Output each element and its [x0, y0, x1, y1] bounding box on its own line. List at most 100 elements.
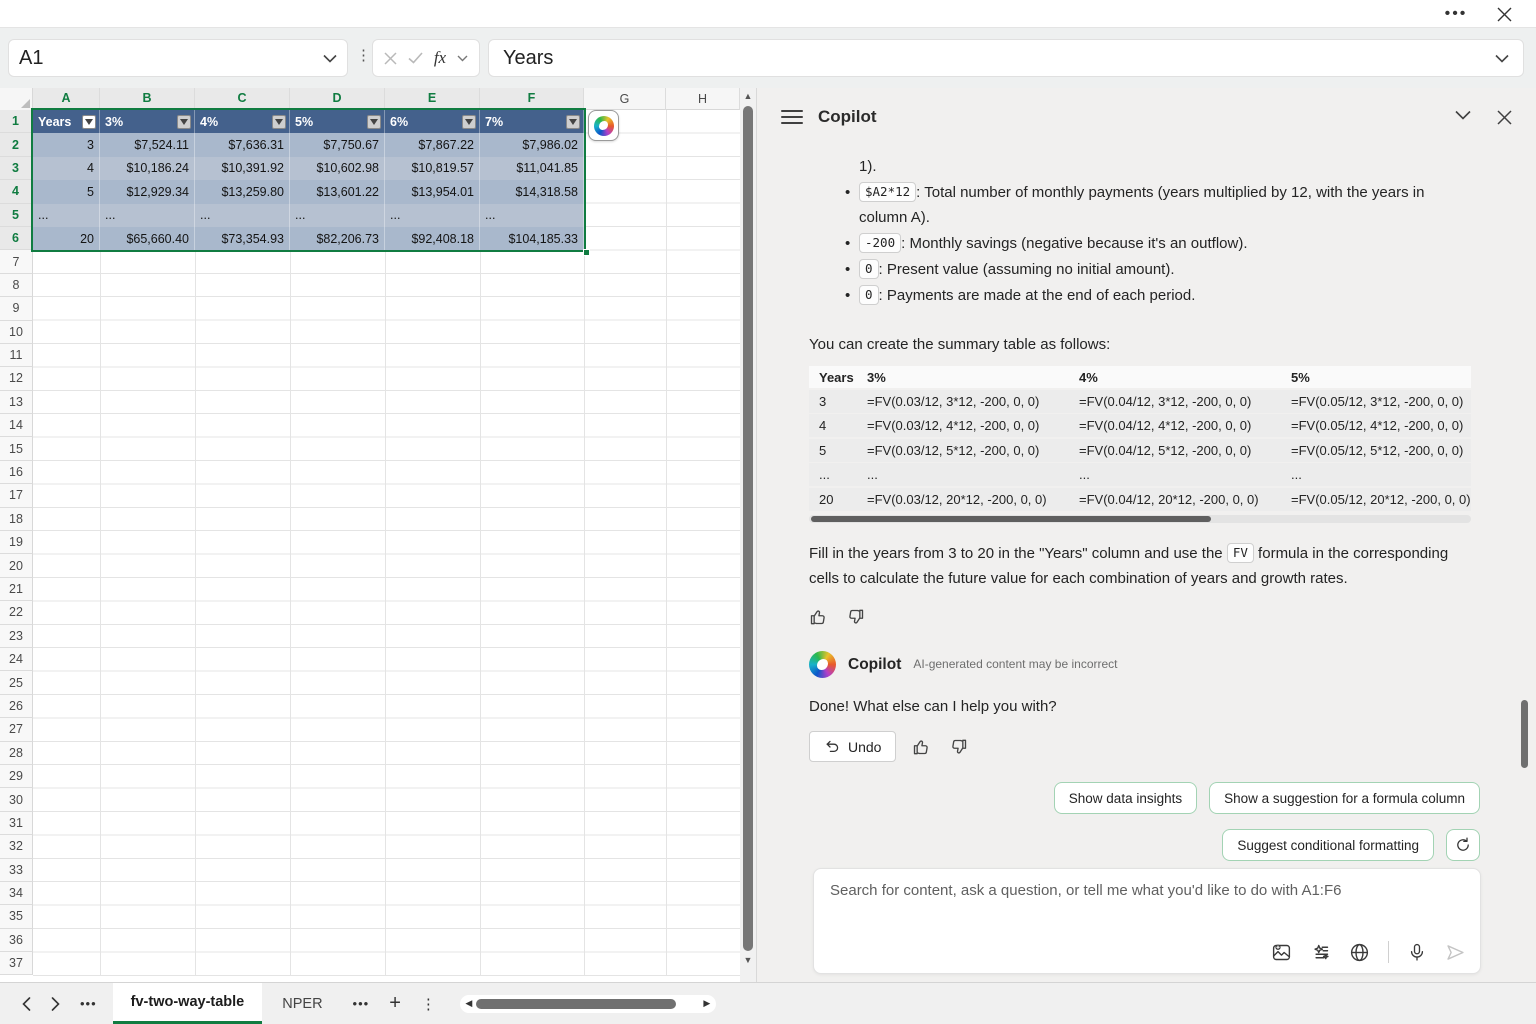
row-header-27[interactable]: 27: [0, 718, 33, 741]
table-cell[interactable]: $10,391.92: [195, 157, 290, 180]
row-header-31[interactable]: 31: [0, 812, 33, 835]
table-cell[interactable]: $13,954.01: [385, 180, 480, 203]
select-all-corner[interactable]: [0, 88, 33, 110]
thumbs-down-icon[interactable]: [845, 607, 865, 627]
sheet-nav-right-icon[interactable]: [41, 997, 70, 1011]
row-header-12[interactable]: 12: [0, 367, 33, 390]
table-header-cell[interactable]: 5%: [290, 110, 385, 133]
microphone-icon[interactable]: [1407, 942, 1427, 963]
row-header-35[interactable]: 35: [0, 905, 33, 928]
table-cell[interactable]: $11,041.85: [480, 157, 584, 180]
row-header-10[interactable]: 10: [0, 321, 33, 344]
row-header-21[interactable]: 21: [0, 578, 33, 601]
table-cell[interactable]: ...: [195, 204, 290, 227]
row-header-6[interactable]: 6: [0, 227, 33, 250]
row-header-23[interactable]: 23: [0, 625, 33, 648]
table-cell[interactable]: $65,660.40: [100, 227, 195, 250]
row-header-36[interactable]: 36: [0, 929, 33, 952]
row-header-26[interactable]: 26: [0, 695, 33, 718]
tab-more-icon[interactable]: •••: [343, 996, 380, 1011]
table-cell[interactable]: $12,929.34: [100, 180, 195, 203]
row-header-28[interactable]: 28: [0, 742, 33, 765]
refresh-suggestions-button[interactable]: [1446, 829, 1480, 861]
row-header-4[interactable]: 4: [0, 180, 33, 203]
table-cell[interactable]: ...: [480, 204, 584, 227]
row-header-14[interactable]: 14: [0, 414, 33, 437]
table-cell[interactable]: 5: [33, 180, 100, 203]
table-cell[interactable]: $73,354.93: [195, 227, 290, 250]
row-header-32[interactable]: 32: [0, 835, 33, 858]
thumbs-up-icon[interactable]: [809, 607, 829, 627]
scroll-down-icon[interactable]: ▼: [740, 952, 756, 968]
formula-input[interactable]: Years: [488, 39, 1524, 77]
sheet-tab-active[interactable]: fv-two-way-table: [113, 983, 263, 1024]
table-header-cell[interactable]: 6%: [385, 110, 480, 133]
row-header-11[interactable]: 11: [0, 344, 33, 367]
sheet-nav-left-icon[interactable]: [12, 997, 41, 1011]
sheet-list-more-icon[interactable]: •••: [70, 996, 107, 1011]
table-cell[interactable]: $92,408.18: [385, 227, 480, 250]
table-cell[interactable]: $10,186.24: [100, 157, 195, 180]
table-cell[interactable]: 3: [33, 133, 100, 156]
cancel-entry-icon[interactable]: [384, 52, 397, 65]
table-header-cell[interactable]: Years: [33, 110, 100, 133]
table-cell[interactable]: 20: [33, 227, 100, 250]
table-cell[interactable]: ...: [100, 204, 195, 227]
grid-vertical-scrollbar[interactable]: ▲ ▼: [740, 88, 756, 982]
undo-button[interactable]: Undo: [809, 731, 896, 762]
table-cell[interactable]: $82,206.73: [290, 227, 385, 250]
filter-dropdown-icon[interactable]: [367, 115, 381, 129]
row-header-29[interactable]: 29: [0, 765, 33, 788]
filter-dropdown-icon[interactable]: [566, 115, 580, 129]
table-cell[interactable]: $7,636.31: [195, 133, 290, 156]
row-header-13[interactable]: 13: [0, 391, 33, 414]
add-image-icon[interactable]: [1271, 942, 1292, 963]
row-header-22[interactable]: 22: [0, 601, 33, 624]
window-close-icon[interactable]: [1484, 0, 1524, 28]
table-header-cell[interactable]: 3%: [100, 110, 195, 133]
confirm-entry-icon[interactable]: [408, 52, 423, 64]
panel-scrollbar-thumb[interactable]: [1521, 700, 1528, 768]
row-header-5[interactable]: 5: [0, 204, 33, 227]
row-header-30[interactable]: 30: [0, 788, 33, 811]
chevron-down-icon[interactable]: [457, 55, 468, 62]
row-header-3[interactable]: 3: [0, 157, 33, 180]
row-header-17[interactable]: 17: [0, 484, 33, 507]
table-cell[interactable]: $7,867.22: [385, 133, 480, 156]
column-header-F[interactable]: F: [480, 88, 584, 110]
copilot-table-hscroll-thumb[interactable]: [811, 516, 1211, 522]
filter-dropdown-icon[interactable]: [272, 115, 286, 129]
panel-collapse-chevron-icon[interactable]: [1455, 110, 1471, 125]
table-cell[interactable]: $7,524.11: [100, 133, 195, 156]
row-header-7[interactable]: 7: [0, 250, 33, 273]
copilot-chat-input[interactable]: Search for content, ask a question, or t…: [813, 868, 1481, 974]
grid-horizontal-scrollbar[interactable]: ◀ ▶: [460, 995, 716, 1013]
table-cell[interactable]: $14,318.58: [480, 180, 584, 203]
kebab-menu-icon[interactable]: ⋮: [356, 46, 371, 64]
send-icon[interactable]: [1445, 942, 1466, 963]
prompt-library-icon[interactable]: [1310, 942, 1331, 963]
suggestion-pill[interactable]: Show a suggestion for a formula column: [1209, 782, 1480, 814]
row-header-20[interactable]: 20: [0, 554, 33, 577]
filter-dropdown-icon[interactable]: [462, 115, 476, 129]
column-header-D[interactable]: D: [290, 88, 385, 110]
column-header-C[interactable]: C: [195, 88, 290, 110]
table-header-cell[interactable]: 7%: [480, 110, 584, 133]
row-header-2[interactable]: 2: [0, 133, 33, 156]
table-cell[interactable]: $10,819.57: [385, 157, 480, 180]
copilot-table-hscrollbar[interactable]: [809, 515, 1471, 523]
filter-dropdown-icon[interactable]: [82, 115, 96, 129]
window-more-icon[interactable]: •••: [1436, 0, 1476, 28]
column-header-A[interactable]: A: [33, 88, 100, 110]
table-cell[interactable]: ...: [385, 204, 480, 227]
table-header-cell[interactable]: 4%: [195, 110, 290, 133]
column-header-E[interactable]: E: [385, 88, 480, 110]
filter-dropdown-icon[interactable]: [177, 115, 191, 129]
row-header-25[interactable]: 25: [0, 671, 33, 694]
row-header-19[interactable]: 19: [0, 531, 33, 554]
thumbs-down-icon[interactable]: [948, 737, 968, 757]
row-header-8[interactable]: 8: [0, 274, 33, 297]
column-header-G[interactable]: G: [584, 88, 666, 110]
table-cell[interactable]: $10,602.98: [290, 157, 385, 180]
grid-vscroll-thumb[interactable]: [743, 106, 753, 951]
